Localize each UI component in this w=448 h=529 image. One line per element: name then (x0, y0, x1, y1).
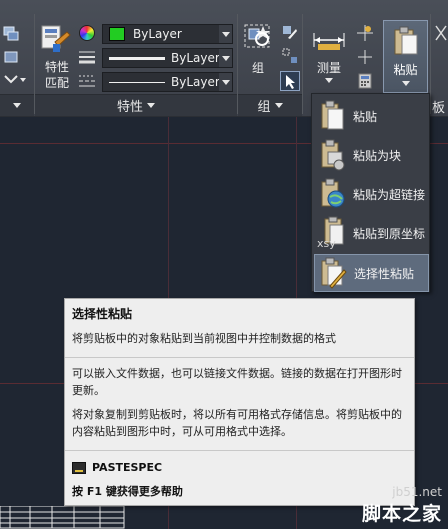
group-edit-icon[interactable] (282, 24, 298, 40)
paste-icon (317, 99, 347, 133)
chevron-down-icon (219, 49, 232, 67)
color-swatch (109, 27, 125, 41)
cut-icon-partial[interactable] (434, 24, 448, 44)
measure-icon[interactable] (312, 26, 346, 52)
ungroup-icon[interactable] (282, 48, 298, 64)
measure-label[interactable]: 测量 (311, 60, 347, 83)
match-properties-icon[interactable] (41, 24, 71, 56)
group-panel-label: 组 (257, 100, 271, 115)
group-button-label: 组 (251, 61, 264, 75)
paste-as-hyperlink-icon (317, 177, 347, 211)
drawing-title-block (0, 505, 125, 529)
tooltip-title: 选择性粘贴 (72, 307, 133, 321)
coordinate-icon-text: xsy (317, 237, 336, 250)
lineweight-dropdown[interactable]: ByLayer (102, 48, 233, 68)
watermark-url: jb51.net (392, 485, 442, 499)
measure-label-text: 测量 (316, 61, 341, 75)
clipboard-panel-label-partial: 板 (432, 101, 446, 116)
lineweight-icon[interactable] (78, 49, 96, 65)
tooltip-summary: 将剪贴板中的对象粘贴到当前视图中并控制数据的格式 (72, 332, 336, 345)
paste-icon (393, 26, 419, 56)
menu-item-paste-as-hyperlink-label: 粘贴为超链接 (353, 187, 426, 202)
tooltip-command: PASTESPEC (72, 459, 162, 476)
tooltip-paragraph-3: 将对象复制到剪贴板时，将以所有可用格式存储信息。将剪贴板中的内容粘贴到图形中时，… (72, 408, 402, 438)
color-wheel-icon[interactable] (79, 25, 95, 41)
paste-as-block-icon (317, 138, 347, 172)
chevron-down-icon (219, 25, 232, 43)
layer-tool-icon[interactable] (2, 24, 20, 42)
color-dropdown-value: ByLayer (133, 27, 182, 41)
paste-button[interactable]: 粘贴 (383, 20, 428, 93)
menu-item-paste-to-original-coordinates-label: 粘贴到原坐标 (353, 226, 426, 241)
properties-panel-label: 特性 (116, 100, 143, 115)
group-selection-icon[interactable] (280, 71, 300, 91)
chevron-down-icon (325, 78, 333, 83)
command-icon (72, 461, 86, 474)
lineweight-sample (109, 56, 165, 60)
menu-item-paste[interactable]: 粘贴 (314, 97, 429, 135)
lineweight-dropdown-value: ByLayer (171, 51, 220, 65)
paste-dropdown-menu: 粘贴 粘贴为块 粘贴为超链接 xsy 粘贴到原坐标 选择性粘贴 (311, 93, 430, 292)
panel-divider (302, 14, 303, 114)
menu-item-paste-as-block[interactable]: 粘贴为块 (314, 136, 429, 174)
tooltip-divider (65, 357, 414, 358)
match-properties-label-1: 特性 (44, 60, 69, 74)
drawing-fragment (74, 291, 108, 306)
menu-item-paste-to-original-coordinates[interactable]: xsy 粘贴到原坐标 (314, 214, 429, 252)
tooltip-command-name: PASTESPEC (92, 461, 163, 474)
layers-panel-bar[interactable] (0, 94, 34, 116)
layer-tool-icon-3[interactable] (2, 72, 26, 88)
properties-panel-bar[interactable]: 特性 (35, 94, 237, 116)
linetype-dropdown[interactable]: ByLayer (102, 72, 233, 92)
watermark-name: 脚本之家 (361, 503, 442, 525)
linetype-icon[interactable] (78, 73, 96, 89)
chevron-down-icon (401, 81, 410, 86)
layer-tool-icon-2[interactable] (2, 48, 20, 66)
crosshair-icon[interactable] (356, 48, 374, 66)
tooltip-divider (65, 450, 414, 451)
chevron-down-icon (274, 103, 283, 108)
chevron-down-icon (147, 103, 155, 108)
linetype-sample (109, 81, 165, 83)
menu-item-paste-as-block-label: 粘贴为块 (353, 148, 402, 163)
paste-special-tooltip: 选择性粘贴 将剪贴板中的对象粘贴到当前视图中并控制数据的格式 可以嵌入文件数据，… (64, 298, 415, 506)
menu-item-paste-special[interactable]: 选择性粘贴 (314, 254, 429, 292)
menu-item-paste-special-label: 选择性粘贴 (354, 266, 415, 281)
paste-label: 粘贴 (393, 63, 418, 77)
menu-item-paste-as-hyperlink[interactable]: 粘贴为超链接 (314, 175, 429, 213)
watermark: jb51.net 脚本之家 (362, 485, 442, 526)
tooltip-help-text: 按 F1 键获得更多帮助 (72, 485, 183, 498)
chevron-down-icon (219, 73, 232, 91)
chevron-down-icon (13, 103, 21, 108)
point-icon[interactable] (356, 24, 374, 42)
paste-to-original-coordinates-icon: xsy (317, 216, 347, 250)
color-dropdown[interactable]: ByLayer (102, 24, 233, 44)
group-icon[interactable] (243, 22, 275, 56)
panel-divider (430, 14, 431, 114)
linetype-dropdown-value: ByLayer (171, 75, 220, 89)
match-properties-label-2: 匹配 (44, 76, 69, 90)
tooltip-paragraph-2: 可以嵌入文件数据，也可以链接文件数据。链接的数据在打开图形时更新。 (72, 367, 402, 397)
calculator-icon[interactable] (357, 73, 373, 89)
paste-special-icon (318, 256, 348, 290)
group-panel-bar[interactable]: 组 (238, 94, 302, 116)
menu-item-paste-label: 粘贴 (353, 109, 378, 124)
